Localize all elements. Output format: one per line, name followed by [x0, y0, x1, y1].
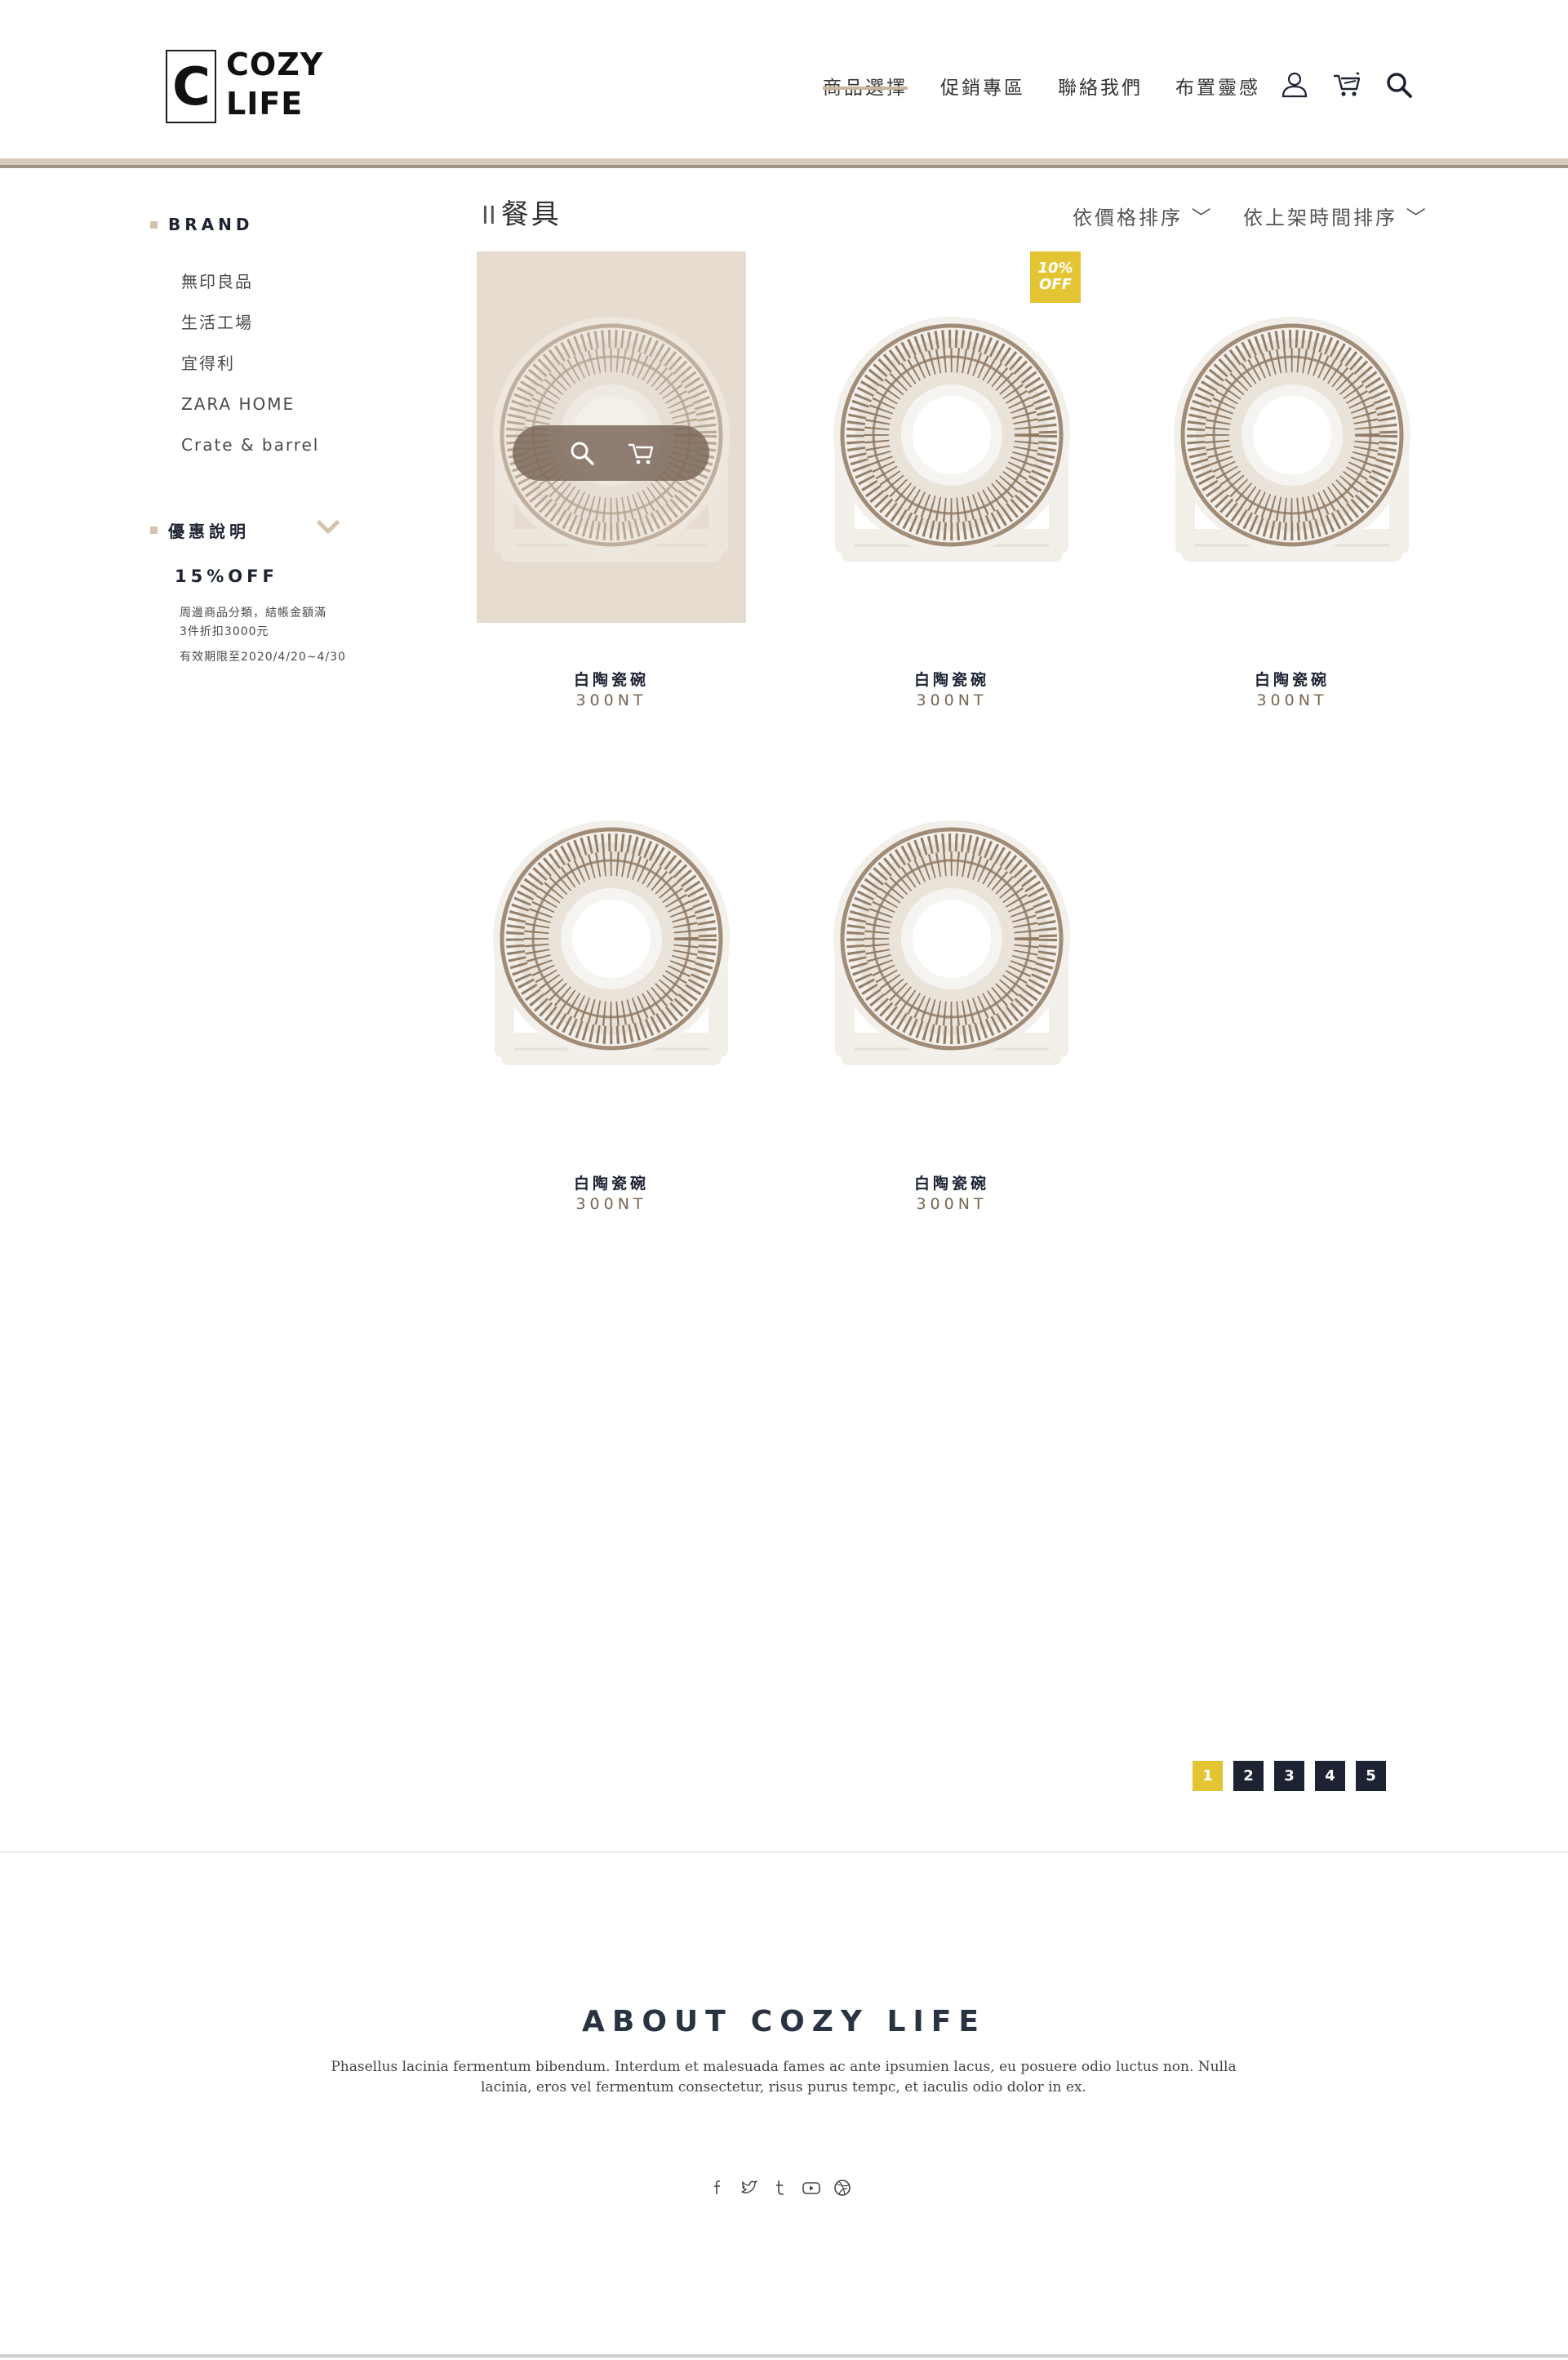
search-icon[interactable]: [568, 439, 596, 467]
logo-letter: C: [172, 57, 211, 118]
chevron-down-icon[interactable]: [317, 519, 340, 536]
twitter-icon[interactable]: [740, 2178, 759, 2198]
product-name[interactable]: 白陶瓷碗: [477, 669, 746, 691]
promo-section: 優惠說明 15%OFF 周邊商品分類，結帳金額滿 3件折扣3000元 有效期限至…: [150, 518, 362, 667]
page-button-2[interactable]: 2: [1233, 1761, 1264, 1791]
product-price: 300NT: [916, 691, 988, 709]
header-bar-shadow: [0, 165, 1568, 168]
promo-discount: 15%OFF: [175, 567, 278, 586]
product-name[interactable]: 白陶瓷碗: [477, 1173, 746, 1194]
nav-icons: [1280, 70, 1414, 100]
user-icon[interactable]: [1280, 70, 1309, 100]
fan-image: [477, 755, 746, 1127]
about-text: Phasellus lacinia fermentum bibendum. In…: [331, 2059, 1237, 2096]
brand-item-nitori[interactable]: 宜得利: [181, 353, 362, 393]
about-title: ABOUT COZY LIFE: [0, 2002, 1568, 2042]
about-prefix: ABOUT: [582, 2005, 733, 2038]
sort-by-price[interactable]: 依價格排序 ﹀: [1073, 204, 1214, 232]
fan-image: [817, 755, 1086, 1127]
product-card: 白陶瓷碗 300NT: [477, 251, 746, 709]
page-title-text: 餐具: [500, 198, 562, 231]
product-image[interactable]: [817, 755, 1086, 1127]
brand-item-muji[interactable]: 無印良品: [181, 271, 362, 312]
header-bar: [0, 158, 1568, 165]
page-button-1[interactable]: 1: [1193, 1761, 1223, 1791]
search-icon[interactable]: [1384, 70, 1414, 100]
product-card: 白陶瓷碗 300NT: [1157, 251, 1427, 709]
promo-note-2: 3件折扣3000元: [180, 625, 269, 638]
site-header: C COZY LIFE 商品選擇 促銷專區 聯絡我們 布置靈感: [0, 0, 1568, 168]
product-image[interactable]: [477, 755, 746, 1127]
product-name[interactable]: 白陶瓷碗: [817, 669, 1086, 691]
tumblr-icon[interactable]: [771, 2178, 790, 2198]
product-image[interactable]: [817, 251, 1086, 623]
product-name[interactable]: 白陶瓷碗: [817, 1173, 1086, 1194]
cart-icon[interactable]: [627, 439, 655, 467]
brand-item-crate-barrel[interactable]: Crate & barrel: [181, 434, 362, 475]
square-bullet-icon: [150, 526, 158, 534]
sidebar: BRAND 無印良品 生活工場 宜得利 ZARA HOME Crate & ba…: [150, 212, 362, 667]
logo-line-2: LIFE: [226, 86, 304, 122]
brand-list: 無印良品 生活工場 宜得利 ZARA HOME Crate & barrel: [150, 271, 362, 475]
cart-icon[interactable]: [1332, 70, 1361, 100]
about-brand: COZY LIFE: [750, 2005, 986, 2038]
quick-action-pill: [513, 425, 709, 481]
logo[interactable]: C COZY LIFE: [166, 45, 323, 127]
product-price: 300NT: [575, 1195, 647, 1213]
logo-line-1: COZY: [226, 47, 324, 82]
footer-divider: [0, 1851, 1568, 1853]
nav-item-contact[interactable]: 聯絡我們: [1058, 73, 1143, 103]
brand-item-zara-home[interactable]: ZARA HOME: [181, 393, 362, 434]
badge-off: OFF: [1039, 276, 1072, 293]
product-card: 白陶瓷碗 300NT: [817, 755, 1086, 1213]
product-price: 300NT: [916, 1195, 988, 1213]
product-card: 白陶瓷碗 300NT: [817, 251, 1086, 709]
logo-text: COZY LIFE: [226, 45, 323, 123]
promo-title: 優惠說明: [168, 521, 250, 541]
social-links: [708, 2178, 852, 2198]
product-price: 300NT: [1256, 691, 1328, 709]
fan-image: [1157, 251, 1427, 623]
brand-section-title: BRAND: [150, 212, 362, 237]
nav-item-products[interactable]: 商品選擇: [823, 73, 908, 103]
square-bullet-icon: [150, 220, 158, 229]
badge-percent: 10%: [1037, 260, 1073, 277]
product-name[interactable]: 白陶瓷碗: [1157, 669, 1427, 691]
pagination: 1 2 3 4 5: [1193, 1761, 1386, 1791]
product-image[interactable]: [1157, 251, 1427, 623]
title-bars: II: [482, 202, 496, 230]
product-price: 300NT: [575, 691, 647, 709]
discount-badge: 10% OFF: [1030, 251, 1081, 303]
footer-bottom-bar: [0, 2354, 1568, 2358]
fan-image: [817, 251, 1086, 623]
youtube-icon[interactable]: [802, 2178, 821, 2198]
promo-note-1: 周邊商品分類，結帳金額滿: [180, 607, 326, 620]
dribbble-icon[interactable]: [833, 2178, 852, 2198]
product-image[interactable]: [477, 251, 746, 623]
product-card: 白陶瓷碗 300NT: [477, 755, 746, 1213]
page-button-4[interactable]: 4: [1315, 1761, 1345, 1791]
brand-title: BRAND: [168, 215, 254, 234]
page-title: II 餐具: [482, 194, 562, 237]
promo-period: 有效期限至2020/4/20~4/30: [180, 651, 346, 664]
nav-item-inspiration[interactable]: 布置靈感: [1175, 73, 1260, 103]
facebook-icon[interactable]: [708, 2178, 728, 2198]
sort-by-date[interactable]: 依上架時間排序 ﹀: [1243, 204, 1428, 232]
page-button-5[interactable]: 5: [1356, 1761, 1386, 1791]
main-nav: 商品選擇 促銷專區 聯絡我們 布置靈感: [823, 73, 1293, 103]
nav-item-promotions[interactable]: 促銷專區: [940, 73, 1025, 103]
brand-item-workshop[interactable]: 生活工場: [181, 312, 362, 353]
page-button-3[interactable]: 3: [1274, 1761, 1304, 1791]
